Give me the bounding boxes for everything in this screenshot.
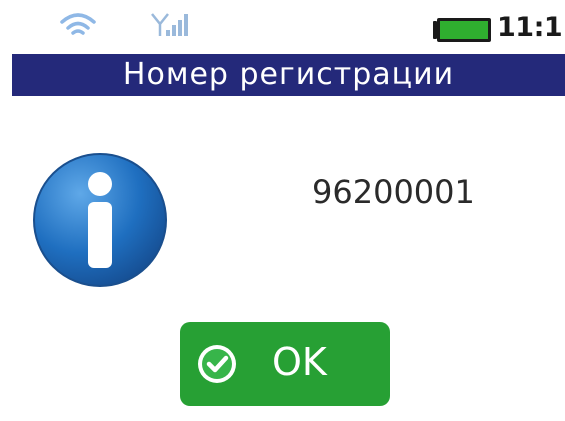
status-time: 11:11 — [497, 12, 565, 43]
ok-label: OK — [272, 340, 327, 384]
page-title: Номер регистрации — [12, 54, 565, 96]
battery-icon — [433, 18, 491, 42]
signal-icon — [151, 13, 188, 36]
info-icon — [33, 153, 167, 287]
registration-number: 96200001 — [312, 173, 475, 211]
ok-button[interactable]: OK — [180, 322, 390, 406]
wifi-icon — [60, 13, 96, 35]
check-icon — [198, 345, 236, 383]
status-bar: 11:11 — [0, 0, 565, 54]
